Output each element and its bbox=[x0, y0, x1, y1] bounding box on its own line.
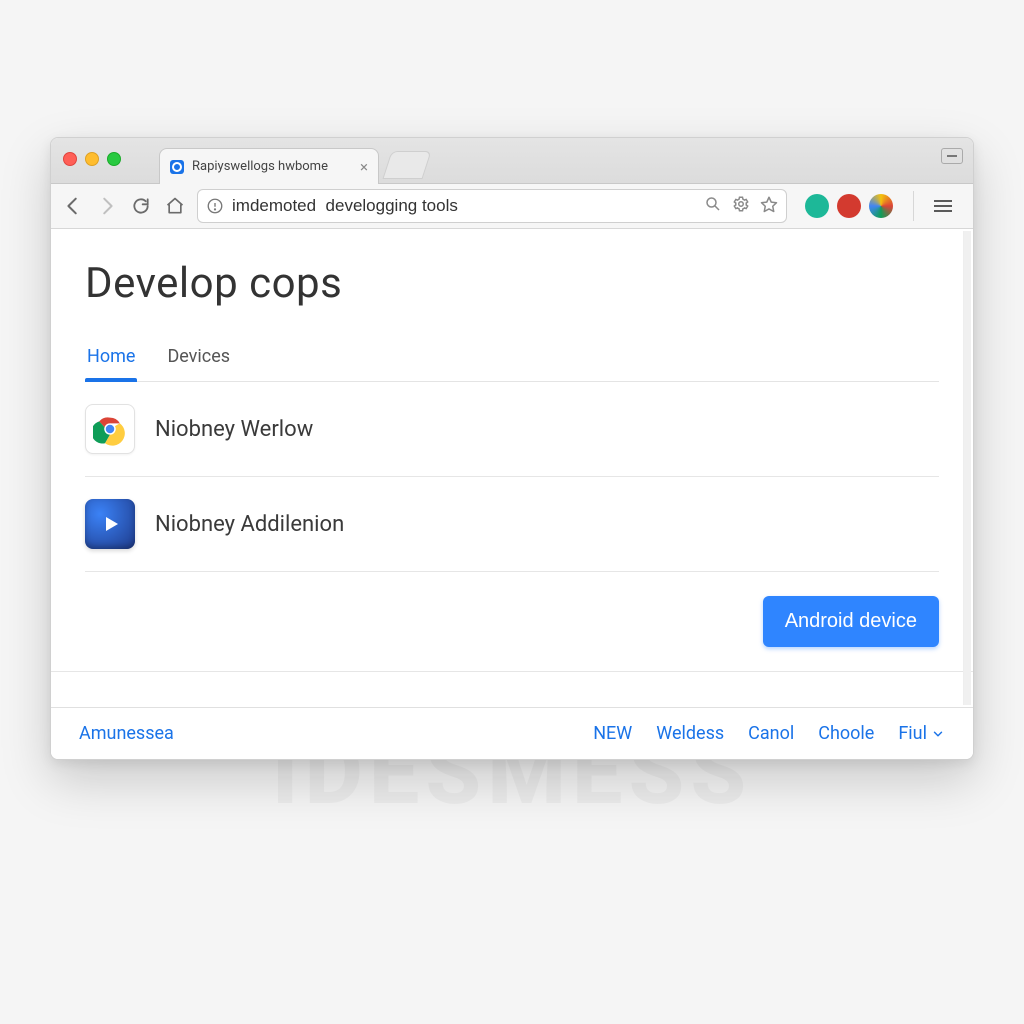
tab-label: Home bbox=[87, 346, 135, 367]
browser-window: Rapiyswellogs hwbome × bbox=[50, 137, 974, 760]
scrollbar[interactable] bbox=[963, 231, 971, 705]
home-button[interactable] bbox=[163, 194, 187, 218]
cta-bar: Android device bbox=[51, 572, 973, 672]
footer-link[interactable]: Weldess bbox=[656, 723, 724, 744]
footer-link[interactable]: Canol bbox=[748, 723, 794, 744]
tab-favicon-icon bbox=[170, 160, 184, 174]
tab-label: Devices bbox=[167, 346, 230, 367]
toolbar bbox=[51, 184, 973, 229]
list-item-label: Niobney Werlow bbox=[155, 417, 313, 442]
extension-icon[interactable] bbox=[837, 194, 861, 218]
address-bar[interactable] bbox=[197, 189, 787, 223]
bookmark-star-icon[interactable] bbox=[760, 195, 778, 217]
tab-bar: Home Devices bbox=[85, 336, 939, 382]
tab-close-icon[interactable]: × bbox=[360, 158, 368, 176]
window-maximize-button[interactable] bbox=[107, 152, 121, 166]
android-device-button[interactable]: Android device bbox=[763, 596, 939, 647]
tab-title: Rapiyswellogs hwbome bbox=[192, 159, 328, 174]
footer: Amunessea NEW Weldess Canol Choole Fiul bbox=[51, 707, 973, 759]
page-title: Develop cops bbox=[85, 259, 939, 308]
omnibox-actions bbox=[704, 195, 778, 217]
omnibox-input[interactable] bbox=[232, 196, 696, 216]
separator bbox=[913, 191, 914, 221]
tab-home[interactable]: Home bbox=[85, 336, 137, 381]
back-button[interactable] bbox=[61, 194, 85, 218]
menu-button[interactable] bbox=[934, 200, 952, 212]
forward-button[interactable] bbox=[95, 194, 119, 218]
browser-tab[interactable]: Rapiyswellogs hwbome × bbox=[159, 148, 379, 184]
footer-link[interactable]: Choole bbox=[818, 723, 874, 744]
extension-icon[interactable] bbox=[805, 194, 829, 218]
list-item-label: Niobney Addilenion bbox=[155, 512, 344, 537]
chevron-down-icon bbox=[931, 727, 945, 741]
window-controls bbox=[63, 152, 121, 166]
profile-avatar-icon[interactable] bbox=[869, 194, 893, 218]
new-tab-button[interactable] bbox=[382, 151, 431, 179]
chrome-icon bbox=[85, 404, 135, 454]
search-icon[interactable] bbox=[704, 195, 722, 217]
window-close-button[interactable] bbox=[63, 152, 77, 166]
reload-button[interactable] bbox=[129, 194, 153, 218]
footer-left-link[interactable]: Amunessea bbox=[79, 723, 174, 744]
settings-icon[interactable] bbox=[732, 195, 750, 217]
footer-link[interactable]: NEW bbox=[593, 723, 632, 744]
footer-dropdown-label: Fiul bbox=[898, 723, 927, 744]
footer-dropdown[interactable]: Fiul bbox=[898, 723, 945, 744]
list-item[interactable]: Niobney Werlow bbox=[85, 382, 939, 477]
window-corner-icon[interactable] bbox=[941, 148, 963, 164]
tab-strip: Rapiyswellogs hwbome × bbox=[51, 138, 973, 184]
tab-devices[interactable]: Devices bbox=[165, 336, 232, 381]
window-minimize-button[interactable] bbox=[85, 152, 99, 166]
play-icon bbox=[85, 499, 135, 549]
extension-row bbox=[805, 194, 893, 218]
page-content: Develop cops Home Devices Niobney Werlow bbox=[51, 229, 973, 707]
site-info-icon[interactable] bbox=[206, 197, 224, 215]
device-list: Niobney Werlow Niobney Addilenion bbox=[85, 382, 939, 572]
list-item[interactable]: Niobney Addilenion bbox=[85, 477, 939, 572]
